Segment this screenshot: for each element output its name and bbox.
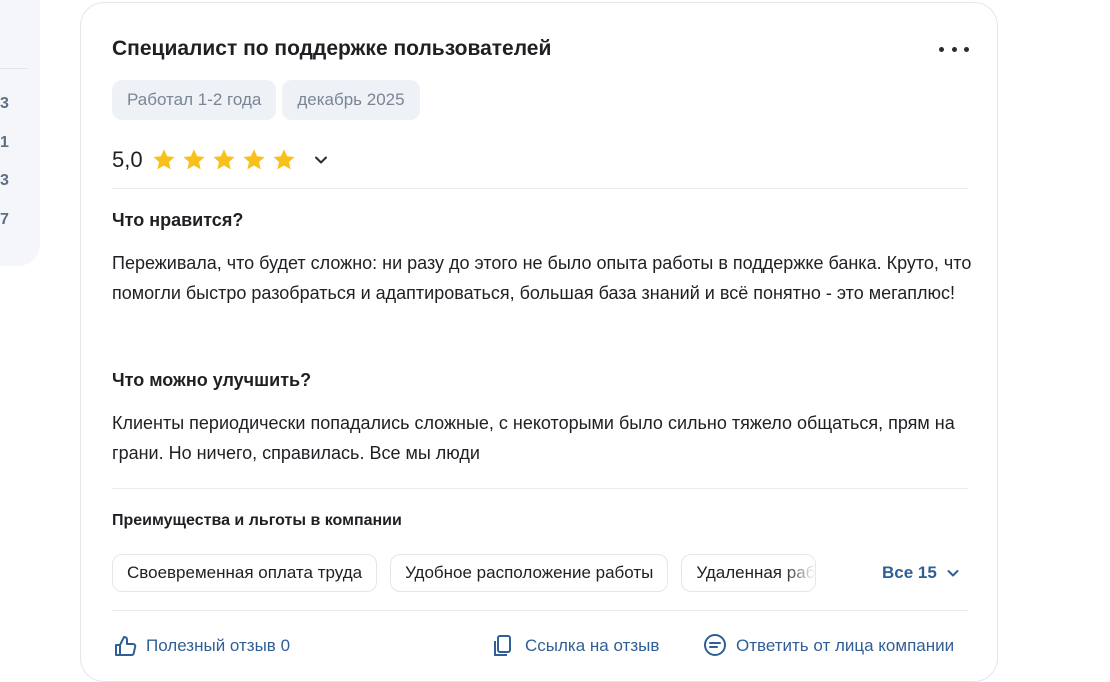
review-card: Специалист по поддержке пользователей Ра… <box>80 2 998 682</box>
likes-text: Переживала, что будет сложно: ни разу до… <box>112 253 972 303</box>
star-icon <box>152 149 175 170</box>
sidebar-count: 3 <box>0 172 9 189</box>
review-title: Специалист по поддержке пользователей <box>112 37 552 60</box>
review-link-button[interactable]: Ссылка на отзыв <box>491 633 659 659</box>
copy-link-icon <box>494 635 511 656</box>
star-icon <box>272 149 295 170</box>
star-icon <box>212 149 235 170</box>
tenure-tag: Работал 1-2 года <box>112 80 277 120</box>
likes-heading: Что нравится? <box>112 210 244 230</box>
divider <box>112 488 968 489</box>
sidebar-panel: 3 1 3 7 <box>0 0 40 266</box>
sidebar-count: 3 <box>0 95 9 112</box>
review-actions: Полезный отзыв 0 Ссылка на отзыв Ответит… <box>112 633 992 663</box>
divider <box>112 610 968 611</box>
all-benefits-label: Все 15 <box>882 563 937 582</box>
sidebar-count: 1 <box>0 134 9 151</box>
benefit-chip[interactable]: Удобное расположение работы <box>390 554 669 592</box>
company-reply-button[interactable]: Ответить от лица компании <box>702 633 954 659</box>
thumbs-up-icon <box>115 636 137 656</box>
reply-comment-icon <box>704 634 726 656</box>
more-options-button[interactable] <box>939 41 969 57</box>
helpful-label: Полезный отзыв <box>146 636 276 655</box>
chevron-down-icon <box>947 570 959 577</box>
star-icon <box>182 149 205 170</box>
star-icon <box>242 149 265 170</box>
benefits-chips: Своевременная оплата труда Удобное распо… <box>112 554 817 592</box>
helpful-count: 0 <box>280 636 291 655</box>
improve-text: Клиенты периодически попадались сложные,… <box>112 413 955 463</box>
company-reply-label: Ответить от лица компании <box>736 636 955 655</box>
benefit-chip[interactable]: Удаленная работа <box>681 554 817 592</box>
all-benefits-button[interactable]: Все 15 <box>882 563 961 583</box>
sidebar-divider <box>0 68 28 69</box>
more-dots-icon <box>939 46 944 52</box>
rating-value: 5,0 <box>112 147 143 172</box>
rating-expand-chevron-icon[interactable] <box>311 150 331 170</box>
helpful-button[interactable]: Полезный отзыв 0 <box>112 633 290 659</box>
benefit-chip[interactable]: Своевременная оплата труда <box>112 554 378 592</box>
divider <box>112 188 968 189</box>
rating-row: 5,0 <box>112 147 331 173</box>
review-link-label: Ссылка на отзыв <box>525 636 660 655</box>
sidebar-count: 7 <box>0 211 9 228</box>
benefits-heading: Преимущества и льготы в компании <box>112 512 402 529</box>
improve-heading: Что можно улучшить? <box>112 370 312 390</box>
review-tags: Работал 1-2 года декабрь 2025 <box>112 80 420 120</box>
date-tag: декабрь 2025 <box>282 80 420 120</box>
